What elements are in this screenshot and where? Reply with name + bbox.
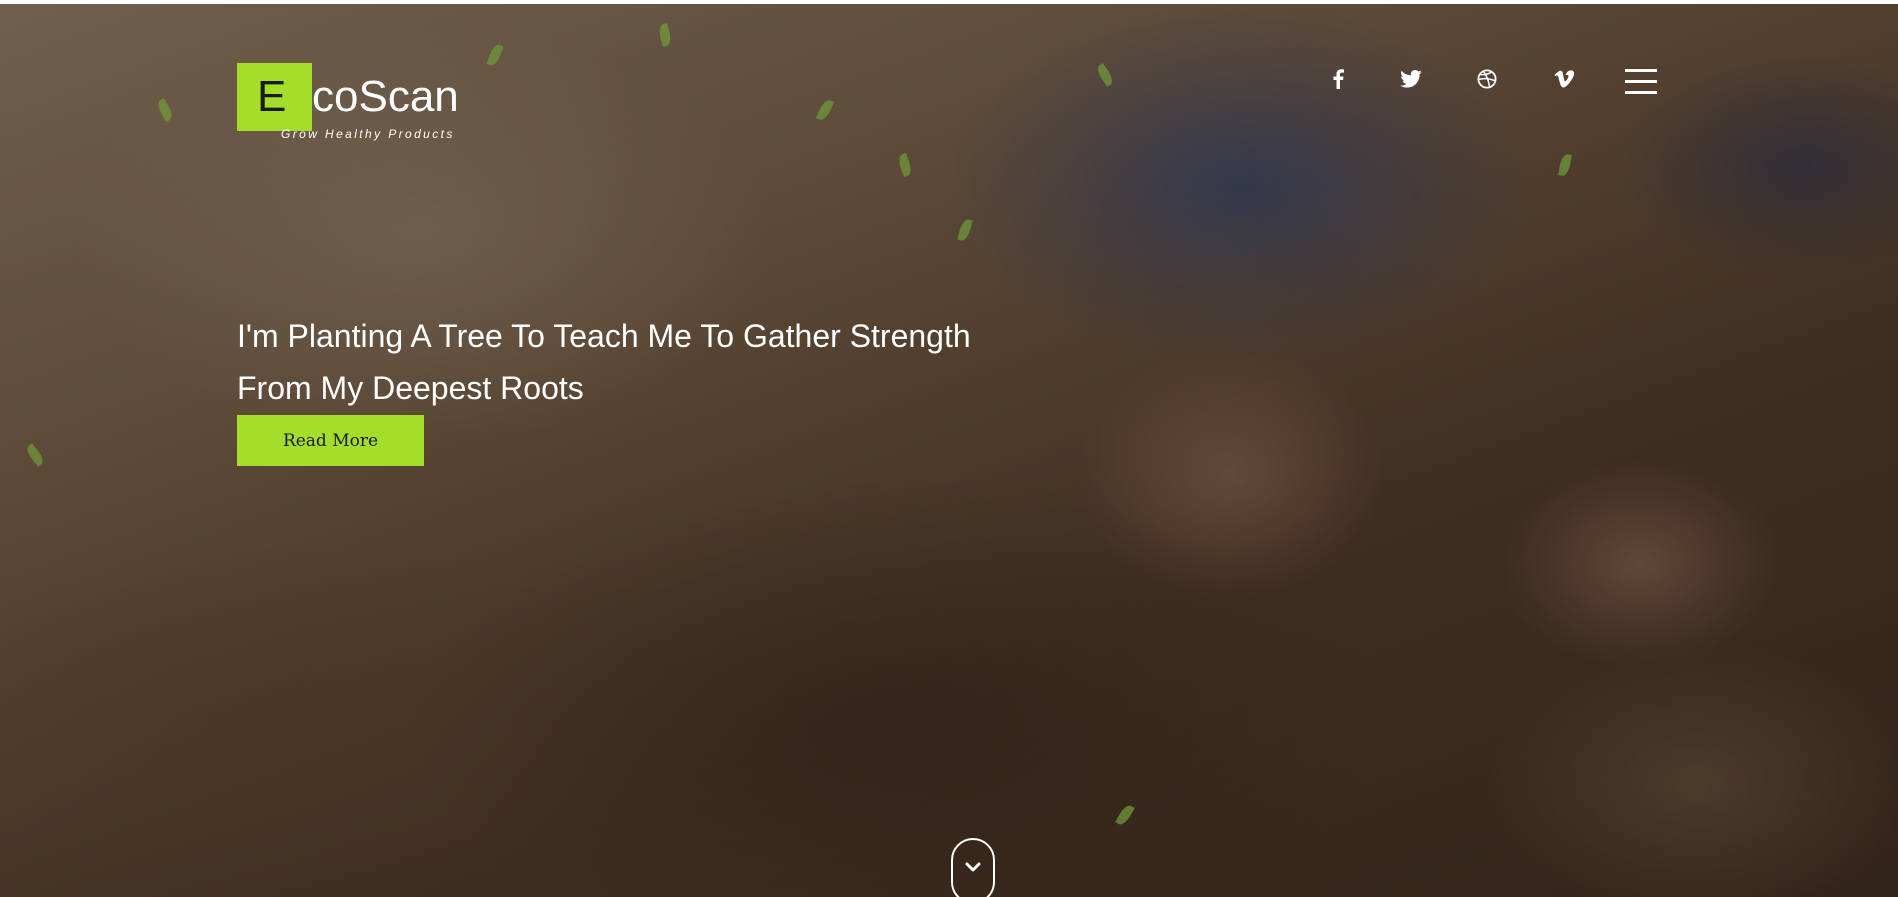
read-more-button[interactable]: Read More (237, 415, 424, 466)
vimeo-icon[interactable] (1551, 66, 1577, 92)
menu-bar (1625, 69, 1657, 72)
sprout-decoration (1094, 63, 1116, 87)
logo-letter: E (257, 72, 287, 121)
logo-wordmark: coScan (312, 72, 459, 121)
sprout-decoration (1115, 802, 1135, 828)
hamburger-menu-icon[interactable] (1625, 67, 1657, 95)
hero-section: E coScan Grow Healthy Products I'm Plant… (0, 4, 1898, 897)
menu-bar (1625, 91, 1657, 94)
hero-headline: I'm Planting A Tree To Teach Me To Gathe… (237, 310, 1137, 414)
facebook-icon[interactable] (1325, 66, 1351, 92)
hero-headline-line2: From My Deepest Roots (237, 370, 584, 406)
logo-tagline: Grow Healthy Products (281, 127, 455, 141)
dribbble-icon[interactable] (1474, 66, 1500, 92)
sprout-decoration (24, 443, 46, 467)
scroll-down-button[interactable] (951, 838, 995, 897)
sprout-decoration (1558, 153, 1572, 177)
sprout-decoration (486, 42, 504, 68)
hero-headline-line1: I'm Planting A Tree To Teach Me To Gathe… (237, 318, 971, 354)
sprout-decoration (815, 97, 835, 123)
menu-bar (1625, 80, 1657, 83)
sprout-decoration (896, 152, 914, 178)
sprout-decoration (657, 23, 673, 47)
sprout-decoration (155, 97, 175, 123)
chevron-down-icon (965, 862, 981, 872)
sprout-decoration (957, 218, 973, 242)
twitter-icon[interactable] (1398, 66, 1424, 92)
